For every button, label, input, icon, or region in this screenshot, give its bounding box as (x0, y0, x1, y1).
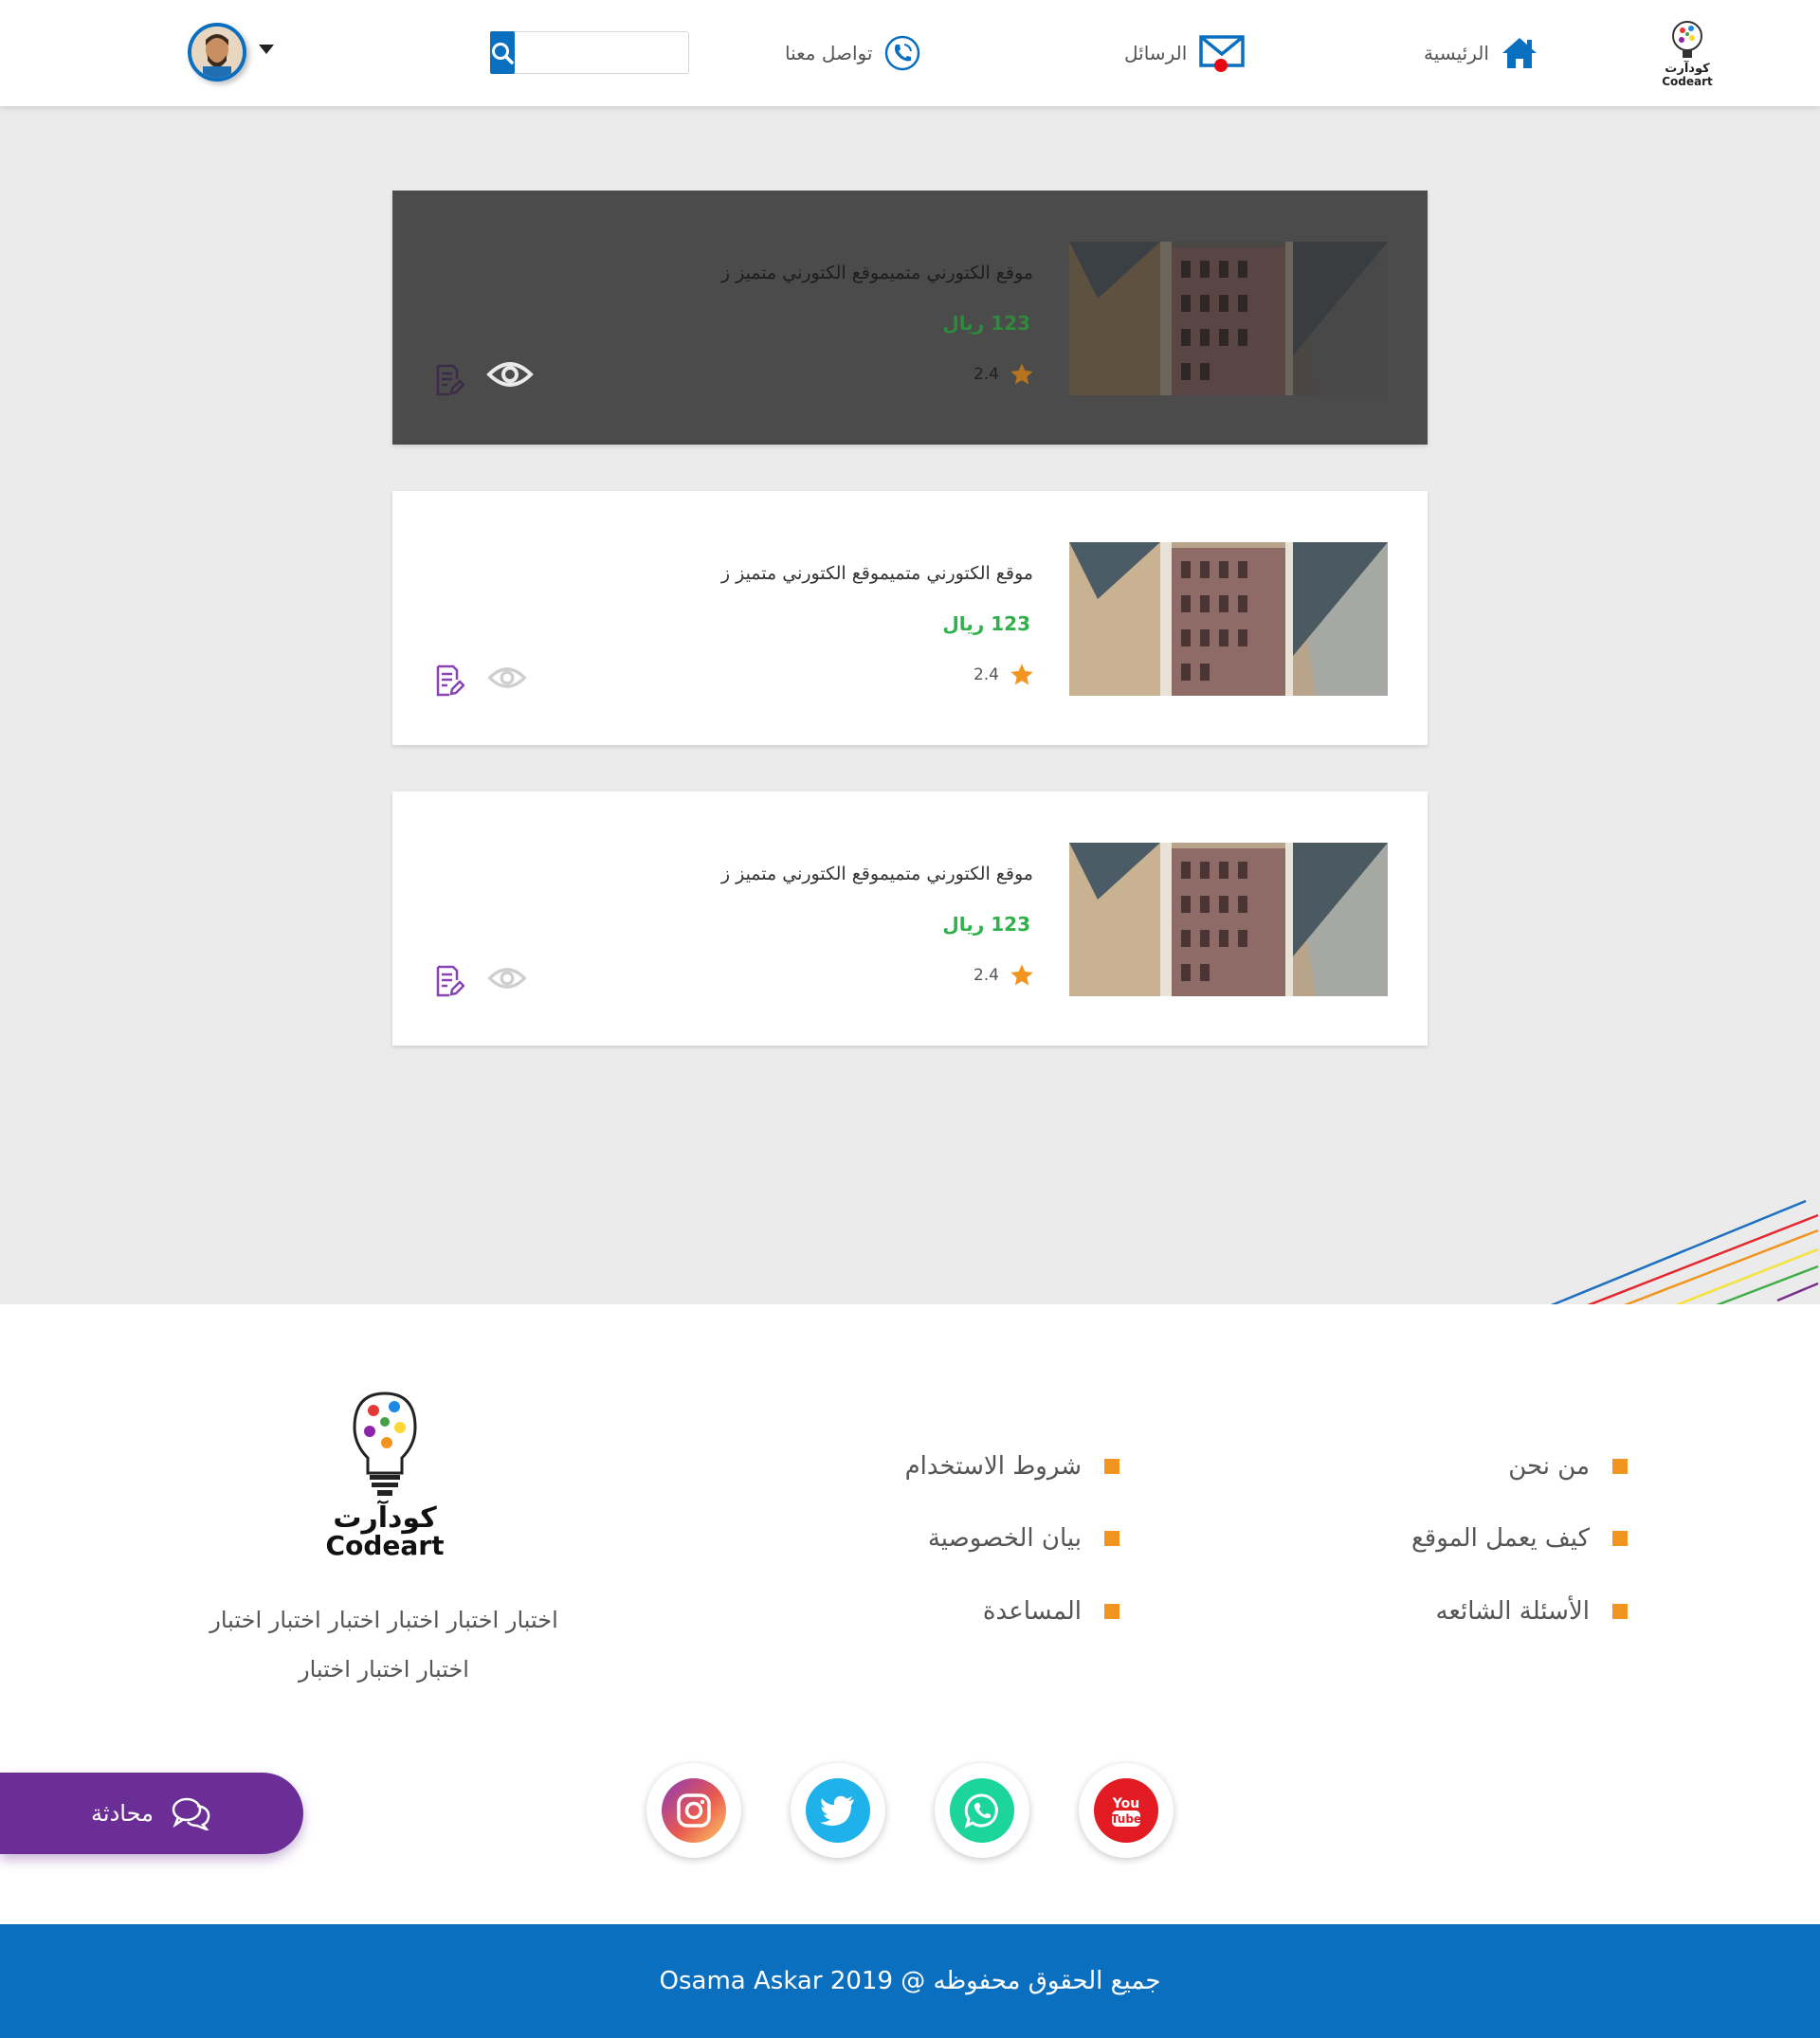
search-icon (492, 42, 514, 64)
whatsapp-button[interactable] (935, 1763, 1029, 1858)
nav-contact-label: تواصل معنا (785, 42, 873, 64)
twitter-button[interactable] (791, 1763, 885, 1858)
footer-link-label: الأسئلة الشائعه (1435, 1597, 1590, 1626)
bullet-square (1612, 1531, 1628, 1546)
edit-document-icon[interactable] (434, 664, 464, 697)
rating-value: 2.4 (973, 665, 999, 684)
building-photo (1069, 542, 1388, 696)
instagram-icon (677, 1793, 711, 1828)
footer-description-line: اختبار اختبار اختبار (299, 1656, 469, 1683)
user-avatar[interactable] (188, 23, 246, 82)
copyright-bar: جميع الحقوق محفوظه @ 2019 Osama Askar (0, 1924, 1820, 2038)
instagram-button[interactable] (646, 1763, 741, 1858)
search-box (490, 31, 747, 74)
building-photo (1069, 242, 1388, 395)
svg-text:You: You (1112, 1796, 1139, 1811)
search-input[interactable] (515, 32, 747, 73)
top-navbar: كودآرت Codeart الرئيسية الرسائل تواصل مع… (0, 0, 1820, 106)
footer-link-help[interactable]: المساعدة (983, 1597, 1119, 1626)
svg-text:Codeart: Codeart (1662, 75, 1713, 88)
product-card[interactable]: موقع الكتورني متميموقع الكتورني متميز ز … (392, 792, 1428, 1046)
youtube-icon: You Tube (1111, 1796, 1141, 1827)
product-thumbnail[interactable] (1069, 542, 1388, 696)
footer-logo[interactable]: كودآرت Codeart (326, 1390, 444, 1561)
lightbulb-logo-icon: كودآرت Codeart (326, 1392, 444, 1561)
product-title[interactable]: موقع الكتورني متميموقع الكتورني متميز ز (721, 563, 1033, 584)
chat-button-label: محادثة (91, 1800, 154, 1827)
footer-link-terms[interactable]: شروط الاستخدام (905, 1452, 1119, 1481)
footer-link-label: المساعدة (982, 1597, 1082, 1626)
site-logo[interactable]: كودآرت Codeart (1654, 15, 1720, 89)
lightbulb-logo-icon: كودآرت Codeart (1662, 21, 1713, 88)
product-card[interactable]: موقع الكتورني متميموقع الكتورني متميز ز … (392, 191, 1428, 445)
copyright-text: جميع الحقوق محفوظه @ 2019 Osama Askar (659, 1967, 1161, 1995)
edit-document-icon[interactable] (434, 965, 464, 997)
view-eye-icon[interactable] (486, 664, 528, 692)
nav-messages[interactable]: الرسائل (1124, 32, 1246, 74)
rating-value: 2.4 (973, 365, 999, 384)
footer-link-privacy[interactable]: بيان الخصوصية (928, 1524, 1119, 1553)
product-price: 123 ريال (942, 312, 1030, 335)
edit-document-icon[interactable] (434, 364, 464, 396)
footer-description-line: اختبار اختبار اختبار اختبار اختبار اختبا… (209, 1607, 558, 1633)
bullet-square (1104, 1459, 1119, 1474)
nav-contact[interactable]: تواصل معنا (785, 32, 921, 74)
main-content: موقع الكتورني متميموقع الكتورني متميز ز … (0, 106, 1820, 1321)
view-eye-icon[interactable] (486, 964, 528, 992)
mail-icon (1199, 35, 1245, 72)
bullet-square (1612, 1459, 1628, 1474)
twitter-icon (820, 1795, 854, 1826)
star-icon (1010, 664, 1033, 685)
star-icon (1010, 363, 1033, 385)
product-rating: 2.4 (974, 662, 1035, 688)
home-icon (1502, 38, 1537, 68)
svg-text:كودآرت: كودآرت (1665, 60, 1710, 76)
search-button[interactable] (490, 31, 515, 74)
avatar-image (191, 27, 243, 78)
building-photo (1069, 843, 1388, 996)
phone-icon (885, 35, 920, 71)
product-price: 123 ريال (942, 612, 1030, 635)
whatsapp-icon (964, 1793, 998, 1829)
footer-link-label: بيان الخصوصية (927, 1524, 1082, 1553)
caret-down-icon[interactable] (258, 44, 275, 55)
footer-link-faq[interactable]: الأسئلة الشائعه (1436, 1597, 1628, 1626)
product-thumbnail[interactable] (1069, 843, 1388, 996)
notification-dot (1214, 59, 1228, 72)
footer-description: اختبار اختبار اختبار اختبار اختبار اختبا… (171, 1595, 597, 1694)
product-thumbnail[interactable] (1069, 242, 1388, 395)
product-card[interactable]: موقع الكتورني متميموقع الكتورني متميز ز … (392, 491, 1428, 745)
product-rating: 2.4 (974, 361, 1035, 388)
footer-link-label: كيف يعمل الموقع (1410, 1524, 1590, 1553)
svg-text:Codeart: Codeart (326, 1530, 444, 1560)
bullet-square (1104, 1531, 1119, 1546)
product-price: 123 ريال (942, 913, 1030, 936)
bullet-square (1612, 1604, 1628, 1619)
product-rating: 2.4 (974, 962, 1035, 989)
footer-link-label: شروط الاستخدام (904, 1452, 1082, 1481)
product-title[interactable]: موقع الكتورني متميموقع الكتورني متميز ز (721, 263, 1033, 283)
nav-home-label: الرئيسية (1424, 42, 1489, 64)
footer-link-about[interactable]: من نحن (1508, 1452, 1628, 1481)
chat-button[interactable]: محادثة (0, 1773, 303, 1854)
star-icon (1010, 964, 1033, 986)
footer-link-label: من نحن (1508, 1452, 1590, 1481)
product-title[interactable]: موقع الكتورني متميموقع الكتورني متميز ز (721, 864, 1033, 884)
youtube-button[interactable]: You Tube (1079, 1763, 1174, 1858)
chat-bubbles-icon (172, 1797, 210, 1830)
bullet-square (1104, 1604, 1119, 1619)
nav-home[interactable]: الرئيسية (1424, 32, 1538, 74)
nav-messages-label: الرسائل (1124, 42, 1188, 64)
svg-text:Tube: Tube (1111, 1812, 1141, 1826)
view-eye-icon[interactable] (486, 357, 534, 391)
footer-link-how-it-works[interactable]: كيف يعمل الموقع (1411, 1524, 1628, 1553)
rating-value: 2.4 (973, 966, 999, 985)
